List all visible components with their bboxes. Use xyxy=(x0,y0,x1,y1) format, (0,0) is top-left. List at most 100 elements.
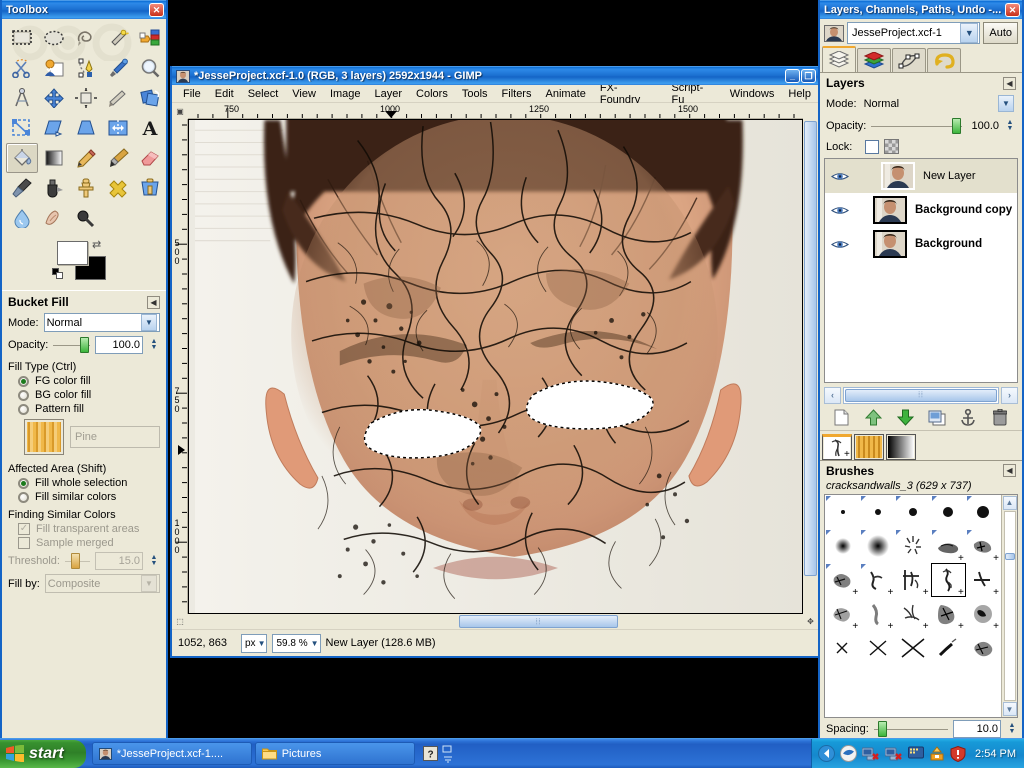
table-row[interactable]: New Layer xyxy=(825,159,1017,193)
dock-close-button[interactable]: ✕ xyxy=(1005,3,1020,17)
menu-edit[interactable]: Edit xyxy=(208,87,241,101)
tool-options-collapse-button[interactable]: ◀ xyxy=(147,295,160,309)
rect-select-tool[interactable] xyxy=(6,23,38,53)
layer-mode-select[interactable]: Normal ▼ xyxy=(862,94,1016,113)
eraser-tool[interactable] xyxy=(134,143,166,173)
menu-colors[interactable]: Colors xyxy=(409,87,455,101)
mode-select[interactable]: Normal ▼ xyxy=(43,313,160,332)
display-settings-icon[interactable] xyxy=(908,746,925,761)
brush-cell[interactable]: + xyxy=(860,597,895,631)
measure-tool[interactable] xyxy=(6,83,38,113)
layer-opacity-spinner[interactable]: ▲ ▼ xyxy=(1004,117,1016,135)
dock-image-select[interactable]: JesseProject.xcf-1 ▼ xyxy=(847,22,981,44)
opacity-spinner[interactable]: ▲ ▼ xyxy=(148,336,160,354)
image-window-title-bar[interactable]: *JesseProject.xcf-1.0 (RGB, 3 layers) 25… xyxy=(172,66,818,85)
scale-tool[interactable] xyxy=(6,113,38,143)
perspective-tool[interactable] xyxy=(70,113,102,143)
heal-tool[interactable] xyxy=(102,173,134,203)
paths-tool[interactable] xyxy=(70,53,102,83)
fill-type-option-fg[interactable]: FG color fill xyxy=(2,374,166,388)
tab-channels[interactable] xyxy=(857,48,891,72)
tab-layers[interactable] xyxy=(822,46,856,72)
image-canvas[interactable] xyxy=(188,119,803,614)
duplicate-layer-button[interactable] xyxy=(925,408,949,428)
menu-windows[interactable]: Windows xyxy=(723,87,782,101)
brush-cell[interactable] xyxy=(895,631,930,665)
brush-cell[interactable]: + xyxy=(895,563,930,597)
anchor-layer-button[interactable] xyxy=(956,408,980,428)
brush-cell[interactable] xyxy=(966,631,1001,665)
scissors-select-tool[interactable] xyxy=(6,53,38,83)
brush-cell[interactable] xyxy=(860,529,895,563)
menu-animate[interactable]: Animate xyxy=(538,87,592,101)
foreground-color-swatch[interactable] xyxy=(57,241,88,265)
navigation-preview-button[interactable]: ✥ xyxy=(803,614,818,629)
opacity-slider[interactable] xyxy=(53,337,90,353)
image-window-restore-button[interactable]: ❐ xyxy=(801,69,816,83)
menu-tools[interactable]: Tools xyxy=(455,87,495,101)
spacing-value[interactable]: 10.0 xyxy=(953,720,1001,738)
brush-cell[interactable] xyxy=(931,631,966,665)
image-window-minimize-button[interactable]: _ xyxy=(785,69,800,83)
fill-type-option-pattern[interactable]: Pattern fill xyxy=(2,402,166,416)
spacing-slider[interactable] xyxy=(873,721,948,737)
airbrush-tool[interactable] xyxy=(6,173,38,203)
gradient-tool[interactable] xyxy=(38,143,70,173)
scroll-track[interactable]: ⦙⦙ xyxy=(843,386,999,404)
color-picker-tool[interactable] xyxy=(102,53,134,83)
menu-image[interactable]: Image xyxy=(323,87,368,101)
menu-help[interactable]: Help xyxy=(781,87,818,101)
text-tool[interactable]: A xyxy=(134,113,166,143)
canvas-vertical-scrollbar[interactable] xyxy=(803,119,818,614)
tab-patterns[interactable] xyxy=(854,433,884,460)
menu-shortcut-button[interactable]: ▣ xyxy=(172,103,188,119)
opacity-value[interactable]: 100.0 xyxy=(95,336,143,354)
back-arrow-icon[interactable] xyxy=(818,745,836,762)
scroll-left-button[interactable]: ‹ xyxy=(824,386,841,404)
select-by-color-tool[interactable] xyxy=(134,23,166,53)
menu-file[interactable]: File xyxy=(176,87,208,101)
clone-tool[interactable] xyxy=(70,173,102,203)
brush-cell[interactable] xyxy=(825,529,860,563)
blur-sharpen-tool[interactable] xyxy=(6,203,38,233)
brush-cell[interactable] xyxy=(931,495,966,529)
taskbar-item-pictures[interactable]: Pictures xyxy=(254,742,415,765)
menu-layer[interactable]: Layer xyxy=(368,87,410,101)
free-select-tool[interactable] xyxy=(70,23,102,53)
flip-tool[interactable] xyxy=(102,113,134,143)
align-tool[interactable] xyxy=(70,83,102,113)
start-button[interactable]: start xyxy=(0,739,86,768)
affected-area-option-similar[interactable]: Fill similar colors xyxy=(2,490,166,504)
reset-colors-icon[interactable] xyxy=(52,268,65,280)
scroll-track[interactable] xyxy=(1003,510,1016,701)
zoom-tool[interactable] xyxy=(134,53,166,83)
lock-alpha-icon[interactable] xyxy=(884,139,900,154)
brush-cell[interactable]: + xyxy=(825,563,860,597)
layers-panel-menu-button[interactable]: ◀ xyxy=(1003,76,1016,90)
update-icon[interactable] xyxy=(929,746,945,761)
scroll-up-button[interactable]: ▲ xyxy=(1002,495,1017,510)
brush-cell[interactable] xyxy=(860,631,895,665)
tab-undo[interactable] xyxy=(927,48,961,72)
spacing-spinner[interactable]: ▲ ▼ xyxy=(1006,720,1018,738)
scroll-thumb[interactable]: ⦙⦙ xyxy=(845,388,997,402)
lower-layer-button[interactable] xyxy=(893,408,917,428)
brush-cell[interactable] xyxy=(895,529,930,563)
paintbrush-tool[interactable] xyxy=(102,143,134,173)
media-player-icon[interactable] xyxy=(840,745,858,762)
tab-brushes[interactable]: + xyxy=(822,433,852,460)
layer-visibility-icon[interactable] xyxy=(827,171,853,182)
layers-list[interactable]: New Layer Background copy Background xyxy=(824,158,1018,383)
menu-view[interactable]: View xyxy=(285,87,323,101)
brush-cell[interactable] xyxy=(966,495,1001,529)
scroll-thumb[interactable] xyxy=(1004,552,1015,560)
canvas-horizontal-scrollbar[interactable]: ⦙⦙ xyxy=(188,614,803,629)
lock-pixels-checkbox[interactable] xyxy=(865,139,880,154)
brush-cell[interactable]: + xyxy=(931,529,966,563)
smudge-tool[interactable] xyxy=(38,203,70,233)
brush-cell[interactable]: + xyxy=(895,597,930,631)
foreground-select-tool[interactable] xyxy=(38,53,70,83)
fuzzy-select-tool[interactable] xyxy=(102,23,134,53)
fill-type-option-bg[interactable]: BG color fill xyxy=(2,388,166,402)
show-hidden-icons-handle[interactable] xyxy=(442,745,454,763)
